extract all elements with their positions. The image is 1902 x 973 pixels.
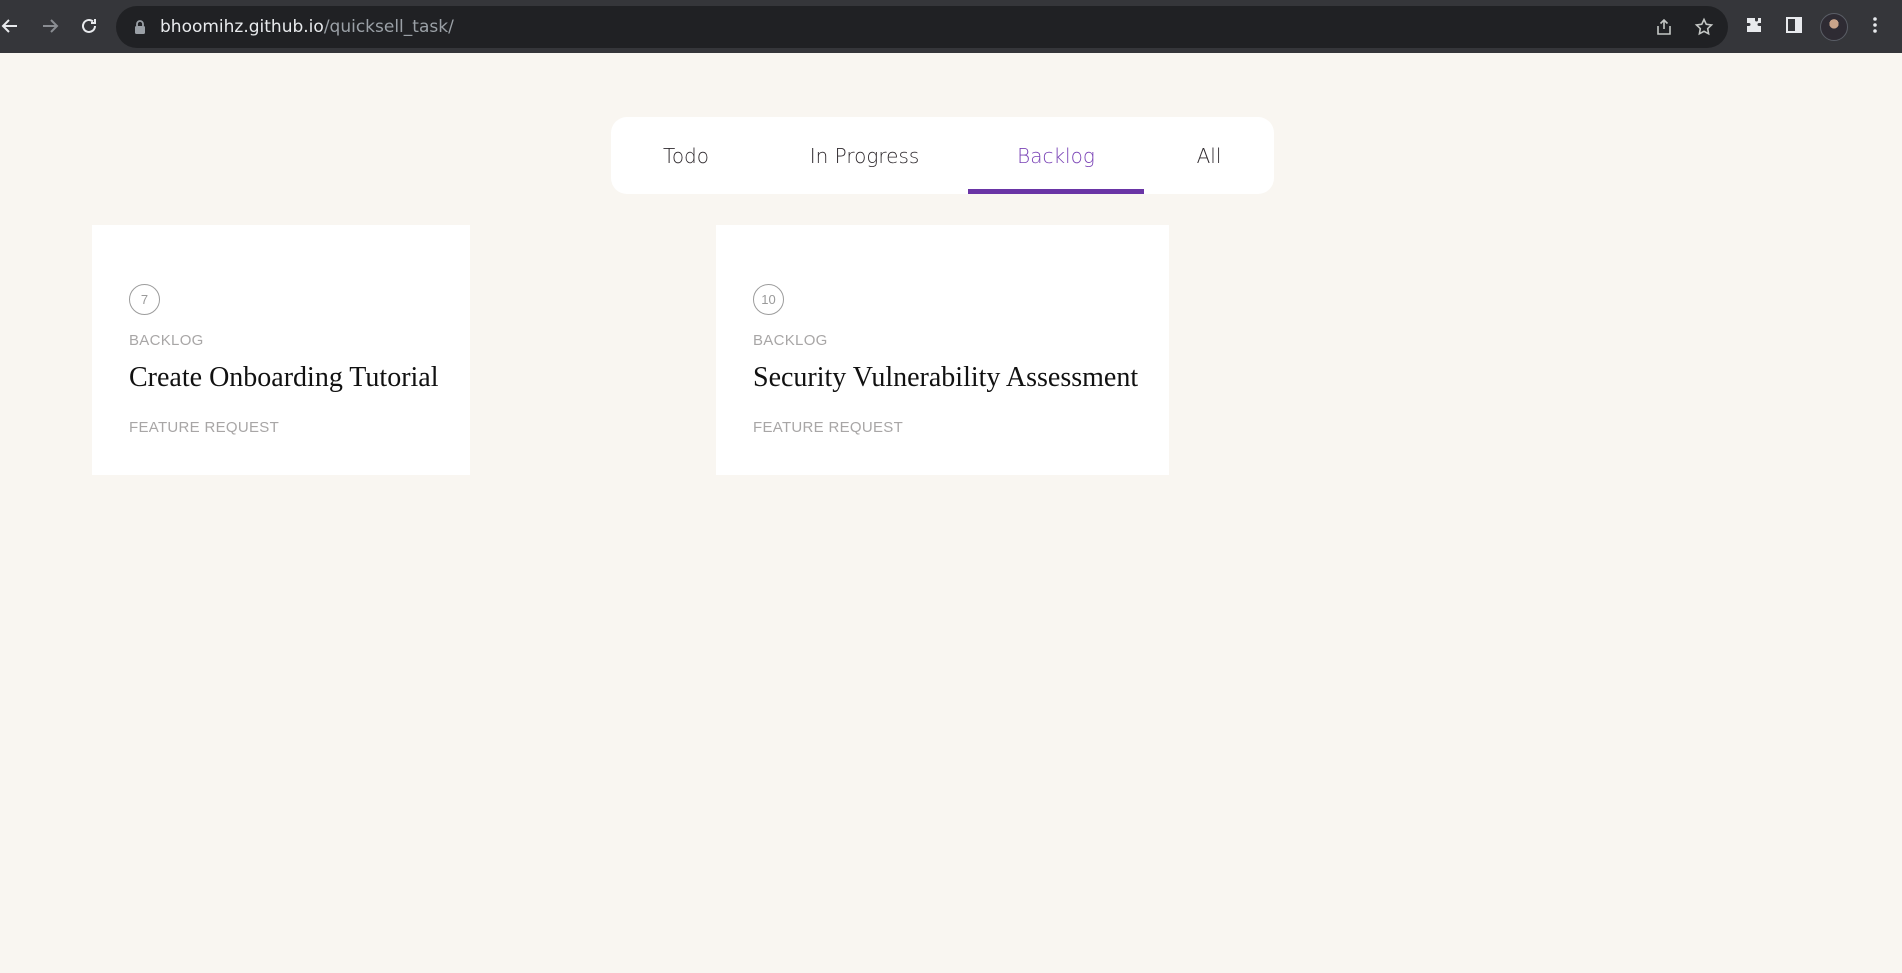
tab-all[interactable]: All [1144, 117, 1274, 194]
task-id-badge: 10 [753, 284, 784, 315]
share-icon[interactable] [1654, 17, 1674, 37]
task-title: Create Onboarding Tutorial [129, 362, 439, 393]
reload-icon[interactable] [75, 12, 103, 40]
lock-icon [135, 20, 145, 34]
address-bar[interactable]: bhoomihz.github.io/quicksell_task/ [116, 6, 1728, 48]
task-tag: FEATURE REQUEST [753, 419, 904, 436]
task-tag: FEATURE REQUEST [129, 419, 280, 436]
tab-todo[interactable]: Todo [611, 117, 761, 194]
url-text: bhoomihz.github.io/quicksell_task/ [160, 16, 454, 38]
tab-in-progress[interactable]: In Progress [761, 117, 968, 194]
back-arrow-icon[interactable] [0, 12, 24, 40]
task-card[interactable]: 10 BACKLOG Security Vulnerability Assess… [716, 225, 1169, 475]
url-host: bhoomihz.github.io [160, 17, 324, 37]
url-path: /quicksell_task/ [323, 17, 454, 37]
task-id-badge: 7 [129, 284, 160, 315]
side-panel-icon[interactable] [1783, 14, 1805, 36]
tab-backlog[interactable]: Backlog [968, 117, 1144, 194]
browser-toolbar: bhoomihz.github.io/quicksell_task/ [0, 0, 1902, 53]
extensions-puzzle-icon[interactable] [1743, 14, 1765, 36]
bookmark-star-icon[interactable] [1694, 17, 1714, 37]
profile-avatar[interactable] [1820, 13, 1848, 41]
task-title: Security Vulnerability Assessment [753, 362, 1139, 393]
more-menu-icon[interactable] [1864, 14, 1886, 36]
forward-arrow-icon[interactable] [36, 12, 64, 40]
task-status: BACKLOG [753, 332, 828, 349]
status-tabs: Todo In Progress Backlog All [611, 117, 1274, 194]
task-card[interactable]: 7 BACKLOG Create Onboarding Tutorial FEA… [92, 225, 470, 475]
task-status: BACKLOG [129, 332, 204, 349]
